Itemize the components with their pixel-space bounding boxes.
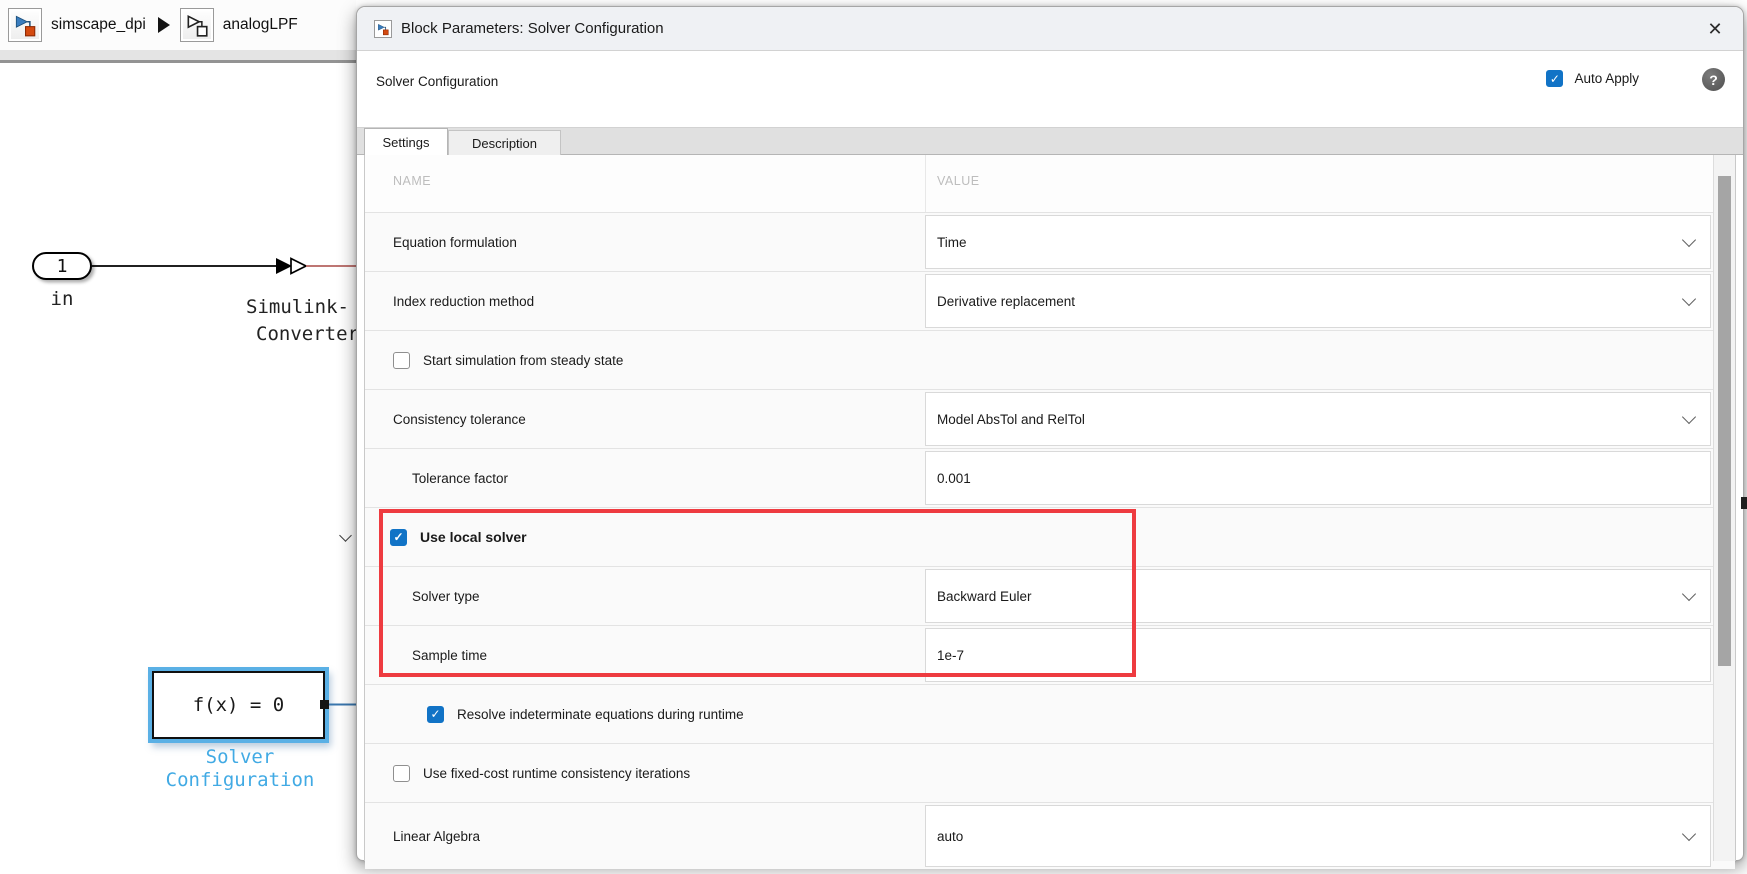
table-row: Solver type Backward Euler xyxy=(365,567,1735,626)
checkbox-unchecked-icon xyxy=(393,764,410,782)
dialog-tabstrip: Settings Description xyxy=(357,127,1743,155)
wire-arrowhead-filled xyxy=(276,258,292,274)
toolbar-bottom-border xyxy=(0,50,356,63)
parameters-table: NAME VALUE Equation formulation Time Ind… xyxy=(339,155,1736,869)
block-name-label: Solver Configuration xyxy=(376,74,499,89)
chevron-down-icon xyxy=(1681,586,1697,602)
background-scrollbar-artifact xyxy=(1741,497,1747,509)
sample-time-field[interactable]: 1e-7 xyxy=(925,628,1711,682)
tolerance-factor-field[interactable]: 0.001 xyxy=(925,451,1711,505)
linear-algebra-dropdown[interactable]: auto xyxy=(925,805,1711,867)
chevron-down-icon xyxy=(1681,409,1697,425)
param-value-cell: Derivative replacement xyxy=(925,272,1711,330)
solver-type-dropdown[interactable]: Backward Euler xyxy=(925,569,1711,623)
tab-description[interactable]: Description xyxy=(448,130,561,155)
table-row: ✓ Resolve indeterminate equations during… xyxy=(365,685,1735,744)
simulink-model-icon xyxy=(8,8,42,42)
equation-formulation-dropdown[interactable]: Time xyxy=(925,215,1711,269)
chevron-down-icon xyxy=(1681,291,1697,307)
column-divider xyxy=(925,155,926,212)
breadcrumb-separator-icon xyxy=(157,17,170,33)
table-row: Index reduction method Derivative replac… xyxy=(365,272,1735,331)
steady-state-checkbox[interactable]: Start simulation from steady state xyxy=(365,331,1735,389)
param-label: Index reduction method xyxy=(393,293,535,309)
solver-block-label: Solver Configuration xyxy=(165,746,315,791)
checkbox-unchecked-icon xyxy=(393,351,410,369)
breadcrumb-label: analogLPF xyxy=(222,16,298,33)
breadcrumb-label: simscape_dpi xyxy=(51,16,146,33)
converter-block-label: Simulink- Converter xyxy=(246,296,356,345)
resolve-indeterminate-checkbox[interactable]: ✓ Resolve indeterminate equations during… xyxy=(365,685,1735,743)
use-local-solver-checkbox[interactable]: ✓ Use local solver xyxy=(339,508,1735,566)
param-label: Use fixed-cost runtime consistency itera… xyxy=(423,765,691,781)
close-icon[interactable]: ✕ xyxy=(1702,16,1728,42)
param-value-cell: 0.001 xyxy=(925,449,1711,507)
param-value-cell: 1e-7 xyxy=(925,626,1711,684)
simulink-canvas[interactable]: simscape_dpi analogLPF 1 in Simulink- Co… xyxy=(0,0,356,874)
help-icon[interactable]: ? xyxy=(1702,68,1725,91)
chevron-down-icon xyxy=(1681,232,1697,248)
checkbox-checked-icon: ✓ xyxy=(427,705,444,723)
chevron-down-icon xyxy=(1681,826,1697,842)
auto-apply-checkbox[interactable]: ✓ Auto Apply xyxy=(1546,70,1639,87)
screen: simscape_dpi analogLPF 1 in Simulink- Co… xyxy=(0,0,1747,874)
param-label: Resolve indeterminate equations during r… xyxy=(457,706,744,722)
solver-block-equation: f(x) = 0 xyxy=(192,694,285,716)
param-value-cell: Time xyxy=(925,213,1711,271)
param-label: Solver type xyxy=(412,588,480,604)
dialog-subheader: Solver Configuration ✓ Auto Apply ? xyxy=(357,51,1743,127)
consistency-tolerance-dropdown[interactable]: Model AbsTol and RelTol xyxy=(925,392,1711,446)
simulink-model-icon xyxy=(374,19,392,38)
dialog-titlebar: Block Parameters: Solver Configuration ✕ xyxy=(357,7,1743,51)
table-row: Start simulation from steady state xyxy=(365,331,1735,390)
table-row: Tolerance factor 0.001 xyxy=(365,449,1735,508)
solver-configuration-block[interactable]: f(x) = 0 xyxy=(152,671,325,739)
block-parameters-dialog: Block Parameters: Solver Configuration ✕… xyxy=(339,6,1744,869)
param-label: Start simulation from steady state xyxy=(423,352,624,368)
table-row: Linear Algebra auto xyxy=(365,803,1735,869)
param-value-cell: Model AbsTol and RelTol xyxy=(925,390,1711,448)
table-row: Use fixed-cost runtime consistency itera… xyxy=(365,744,1735,803)
param-value-cell: auto xyxy=(925,803,1711,869)
table-row: Sample time 1e-7 xyxy=(365,626,1735,685)
param-value-cell: Backward Euler xyxy=(925,567,1711,625)
dialog-title: Block Parameters: Solver Configuration xyxy=(401,20,664,37)
model-breadcrumb-bar: simscape_dpi analogLPF xyxy=(0,0,356,50)
fixed-cost-iterations-checkbox[interactable]: Use fixed-cost runtime consistency itera… xyxy=(365,744,1735,802)
column-header-value: VALUE xyxy=(937,174,980,188)
param-label: Sample time xyxy=(412,647,488,663)
table-row: Equation formulation Time xyxy=(365,213,1735,272)
simulink-subsystem-icon xyxy=(179,8,214,42)
column-header-name: NAME xyxy=(393,174,432,188)
breadcrumb-item-simscape-dpi[interactable]: simscape_dpi xyxy=(8,8,146,42)
param-label: Linear Algebra xyxy=(393,828,481,844)
tab-settings[interactable]: Settings xyxy=(364,128,448,155)
param-label: Consistency tolerance xyxy=(393,411,526,427)
solver-block-port-wire[interactable] xyxy=(318,695,356,715)
param-label: Tolerance factor xyxy=(412,470,509,486)
index-reduction-dropdown[interactable]: Derivative replacement xyxy=(925,274,1711,328)
table-row: ✓ Use local solver xyxy=(339,508,1735,567)
breadcrumb-item-analoglpf[interactable]: analogLPF xyxy=(179,8,298,42)
checkbox-checked-icon: ✓ xyxy=(390,528,407,546)
checkbox-checked-icon: ✓ xyxy=(1546,70,1564,87)
table-row: Consistency tolerance Model AbsTol and R… xyxy=(365,390,1735,449)
table-header: NAME VALUE xyxy=(365,155,1735,213)
wire-arrowhead-open xyxy=(290,257,308,275)
vertical-scrollbar[interactable] xyxy=(1713,155,1735,861)
scrollbar-thumb[interactable] xyxy=(1718,176,1731,666)
auto-apply-label: Auto Apply xyxy=(1574,71,1639,86)
param-label: Equation formulation xyxy=(393,234,517,250)
param-label: Use local solver xyxy=(420,529,527,545)
